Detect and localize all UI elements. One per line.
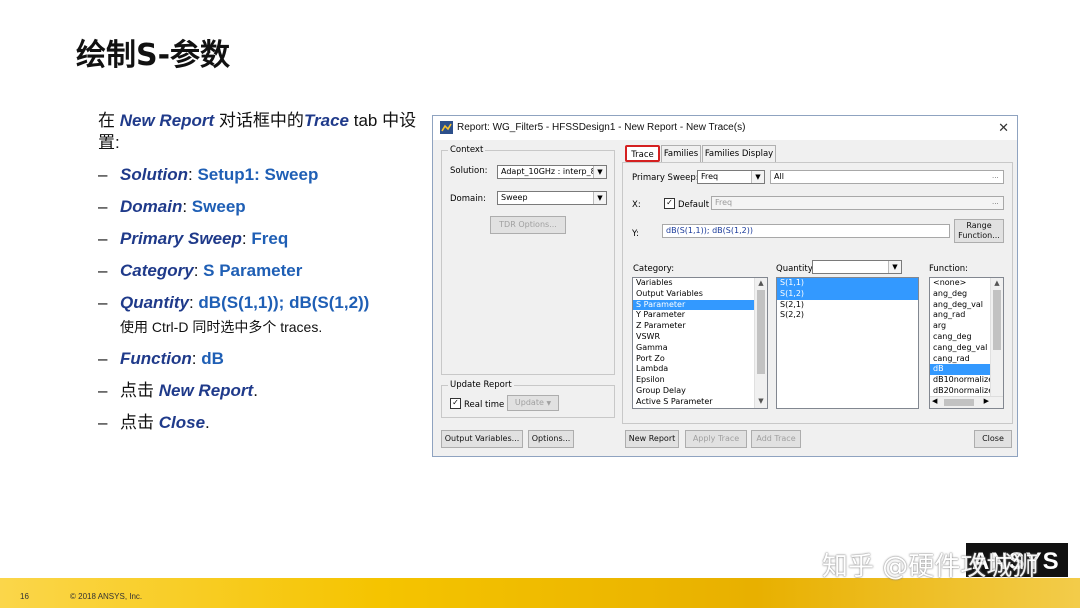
category-list-item[interactable]: Port Zo bbox=[633, 354, 767, 365]
category-list[interactable]: Variables Output Variables S Parameter Y Pa… bbox=[632, 277, 768, 409]
context-label: Context bbox=[448, 145, 486, 155]
real-time-checkbox[interactable]: ✓ bbox=[450, 398, 461, 409]
copyright: © 2018 ANSYS, Inc. bbox=[70, 592, 143, 601]
apply-trace-button[interactable]: Apply Trace bbox=[685, 430, 747, 448]
domain-select[interactable]: Sweep ▼ bbox=[497, 191, 607, 205]
slide-number: 16 bbox=[20, 592, 29, 601]
bullet-solution: – Solution: Setup1: Sweep bbox=[98, 165, 319, 184]
tab-families[interactable]: Families bbox=[661, 145, 701, 162]
chevron-down-icon: ▼ bbox=[888, 261, 901, 273]
function-label: Function: bbox=[929, 264, 969, 274]
watermark: 知乎 @硬件攻城狮 bbox=[822, 552, 1039, 582]
x-label: X: bbox=[632, 200, 641, 210]
category-list-item[interactable]: Variables bbox=[633, 278, 767, 289]
scroll-up-icon[interactable]: ▲ bbox=[991, 279, 1003, 289]
quantity-list-item[interactable]: S(1,2) bbox=[777, 288, 918, 300]
bullet-category: – Category: S Parameter bbox=[98, 261, 303, 280]
context-group: Context bbox=[441, 145, 615, 375]
dialog-title: Report: WG_Filter5 - HFSSDesign1 - New R… bbox=[457, 122, 746, 133]
bullet-quantity: – Quantity: dB(S(1,1)); dB(S(1,2)) 使用 Ctrl… bbox=[98, 292, 418, 338]
close-button[interactable]: Close bbox=[974, 430, 1012, 448]
slide-title: 绘制S-参数 bbox=[76, 38, 231, 73]
chevron-down-icon: ▼ bbox=[593, 166, 606, 178]
new-report-button[interactable]: New Report bbox=[625, 430, 679, 448]
quantity-note: 使用 Ctrl-D 同时选中多个 traces. bbox=[120, 319, 323, 335]
tdr-options-button[interactable]: TDR Options... bbox=[490, 216, 566, 234]
category-label: Category: bbox=[633, 264, 675, 274]
quantity-list[interactable]: S(1,1) S(1,2) S(2,1) S(2,2) bbox=[776, 277, 919, 409]
intro-mid: 对话框中的 bbox=[214, 111, 304, 130]
category-list-item[interactable]: Gamma bbox=[633, 343, 767, 354]
update-button[interactable]: Update ▼ bbox=[507, 395, 559, 411]
chevron-down-icon: ▼ bbox=[546, 400, 552, 407]
quantity-list-item[interactable]: S(2,2) bbox=[777, 310, 918, 321]
bullet-click-new-report: – 点击 New Report. bbox=[98, 381, 258, 400]
category-scrollbar[interactable]: ▲ ▼ bbox=[754, 278, 767, 408]
y-expression-field[interactable]: dB(S(1,1)); dB(S(1,2)) bbox=[662, 224, 950, 238]
intro-trace: Trace bbox=[303, 111, 349, 130]
category-list-item[interactable]: Active S Parameter bbox=[633, 397, 767, 408]
x-default-checkbox[interactable]: ✓ bbox=[664, 198, 675, 209]
quantity-list-item[interactable]: S(1,1) bbox=[777, 278, 918, 289]
y-label: Y: bbox=[632, 229, 639, 239]
hfss-app-icon bbox=[440, 121, 453, 134]
scroll-left-icon[interactable]: ◀ bbox=[932, 397, 937, 405]
dialog-titlebar[interactable]: Report: WG_Filter5 - HFSSDesign1 - New R… bbox=[433, 116, 1017, 140]
sweep-range-field[interactable]: All ... bbox=[770, 170, 1004, 184]
bullet-domain: – Domain: Sweep bbox=[98, 197, 246, 216]
category-list-item[interactable]: Y Parameter bbox=[633, 310, 767, 321]
add-trace-button[interactable]: Add Trace bbox=[751, 430, 801, 448]
quantity-label: Quantity: bbox=[776, 264, 815, 274]
function-hscrollbar[interactable]: ◀ ▶ bbox=[930, 396, 1003, 408]
tab-trace[interactable]: Trace bbox=[625, 145, 660, 162]
category-list-item[interactable]: Epsilon bbox=[633, 375, 767, 386]
x-expression-field[interactable]: Freq ... bbox=[711, 196, 1004, 210]
quantity-filter-select[interactable]: ▼ bbox=[812, 260, 902, 274]
solution-label: Solution: bbox=[450, 166, 488, 176]
chevron-down-icon: ▼ bbox=[593, 192, 606, 204]
bullet-list: 在 New Report 对话框中的Trace tab 中设置: – Soluti… bbox=[98, 110, 418, 444]
category-list-item[interactable]: Lambda bbox=[633, 364, 767, 375]
category-list-item[interactable]: VSWR bbox=[633, 332, 767, 343]
close-icon[interactable]: ✕ bbox=[998, 120, 1009, 136]
bullet-function: – Function: dB bbox=[98, 349, 224, 368]
bullet-primary-sweep: – Primary Sweep: Freq bbox=[98, 229, 289, 248]
intro-prefix: 在 bbox=[98, 111, 120, 130]
ellipsis-icon: ... bbox=[992, 198, 999, 206]
range-function-button[interactable]: Range Function... bbox=[954, 219, 1004, 243]
intro-text: 在 New Report 对话框中的Trace tab 中设置: bbox=[98, 110, 418, 154]
category-list-item[interactable]: Group Delay bbox=[633, 386, 767, 397]
bullet-click-close: – 点击 Close. bbox=[98, 413, 210, 432]
chevron-down-icon: ▼ bbox=[751, 171, 764, 183]
category-list-item[interactable]: S Parameter bbox=[633, 299, 767, 311]
function-list[interactable]: <none> ang_deg ang_deg_val ang_rad arg cang_d… bbox=[929, 277, 1004, 409]
solution-select[interactable]: Adapt_10GHz : interp_8 ▼ bbox=[497, 165, 607, 179]
ellipsis-icon: ... bbox=[992, 172, 999, 180]
options-button[interactable]: Options... bbox=[528, 430, 574, 448]
scroll-up-icon[interactable]: ▲ bbox=[755, 279, 767, 289]
category-list-item[interactable]: Z Parameter bbox=[633, 321, 767, 332]
output-variables-button[interactable]: Output Variables... bbox=[441, 430, 523, 448]
quantity-list-item[interactable]: S(2,1) bbox=[777, 300, 918, 311]
update-report-label: Update Report bbox=[448, 380, 514, 390]
domain-label: Domain: bbox=[450, 194, 486, 204]
scroll-down-icon[interactable]: ▼ bbox=[755, 397, 767, 407]
tab-families-display[interactable]: Families Display bbox=[702, 145, 776, 162]
category-list-item[interactable]: Output Variables bbox=[633, 289, 767, 300]
primary-sweep-select[interactable]: Freq ▼ bbox=[697, 170, 765, 184]
primary-sweep-label: Primary Sweep: bbox=[632, 173, 699, 183]
function-scrollbar[interactable]: ▲ bbox=[990, 278, 1003, 408]
intro-new-report: New Report bbox=[119, 111, 215, 130]
scroll-right-icon[interactable]: ▶ bbox=[984, 397, 989, 405]
x-default-label: Default bbox=[678, 200, 710, 210]
real-time-label: Real time bbox=[464, 400, 505, 410]
